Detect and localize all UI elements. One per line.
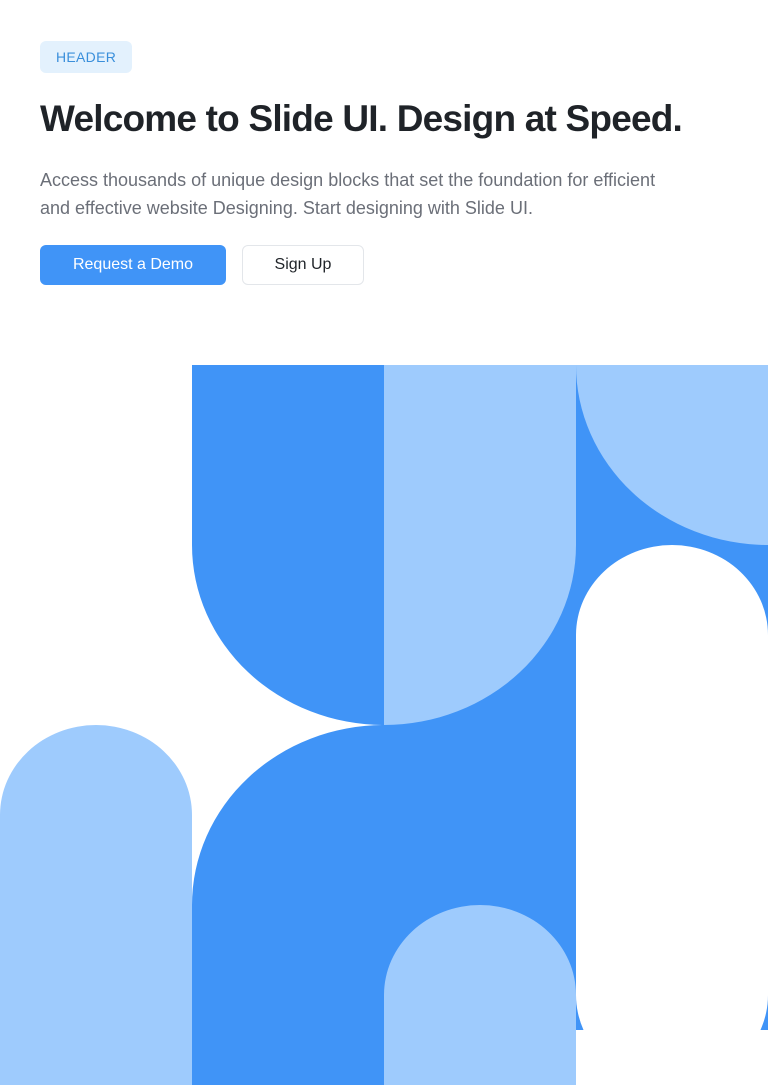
art-bottom-arch (384, 905, 576, 1085)
art-left-arch (0, 725, 192, 1085)
hero-illustration (0, 365, 768, 1085)
art-white-pill-base (576, 1030, 768, 1085)
art-white-pill (576, 545, 768, 1085)
hero-section: HEADER Welcome to Slide UI. Design at Sp… (0, 0, 768, 1085)
